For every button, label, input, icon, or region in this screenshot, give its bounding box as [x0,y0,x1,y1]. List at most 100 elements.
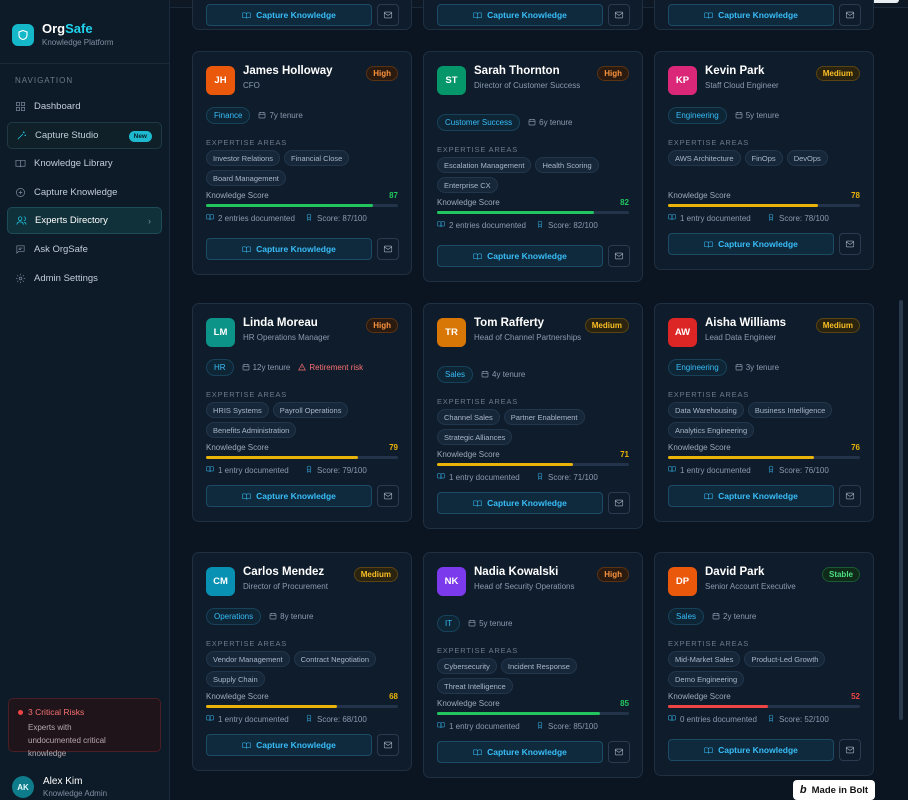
department-badge[interactable]: IT [437,615,461,632]
expertise-tag[interactable]: AWS Architecture [668,150,741,166]
expertise-tag[interactable]: Business Intelligence [747,402,833,418]
expert-card[interactable]: KP Kevin Park Staff Cloud Engineer Medium En… [654,51,874,270]
expertise-tag[interactable]: Demo Engineering [668,671,745,687]
sidebar-item-dashboard[interactable]: Dashboard [7,93,162,120]
email-button[interactable] [839,485,861,507]
capture-knowledge-button[interactable]: Capture Knowledge [668,485,834,507]
expert-name[interactable]: Aisha Williams [705,317,786,329]
email-button[interactable] [377,485,399,507]
user-profile[interactable]: AK Alex Kim Knowledge Admin [12,776,107,798]
sidebar-item-experts-directory[interactable]: Experts Directory › [7,207,162,235]
book-icon [242,741,251,750]
expert-name[interactable]: Tom Rafferty [474,317,544,329]
expertise-tag[interactable]: Contract Negotiation [293,651,377,667]
expertise-tag[interactable]: Analytics Engineering [668,422,755,438]
made-in-bolt-badge[interactable]: b Made in Bolt [793,780,875,800]
expert-card[interactable]: DP David Park Senior Account Executive Stab… [654,552,874,776]
expertise-tag[interactable]: Escalation Management [437,157,532,173]
department-badge[interactable]: HR [206,359,234,376]
expertise-tag[interactable]: DevOps [786,150,828,166]
expert-stats: 1 entry documented Score: 79/100 [206,465,402,475]
capture-knowledge-button[interactable]: Capture Knowledge [206,238,372,260]
expert-card[interactable]: ST Sarah Thornton Director of Customer Suc… [423,51,643,282]
scrollbar[interactable] [899,300,903,720]
capture-knowledge-button[interactable]: Capture Knowledge [206,4,372,26]
expertise-tag[interactable]: HRIS Systems [206,402,269,418]
department-badge[interactable]: Sales [437,366,474,383]
sidebar-item-ask-orgsafe[interactable]: Ask OrgSafe [7,236,162,263]
department-badge[interactable]: Customer Success [437,114,521,131]
critical-risks-alert[interactable]: 3 Critical Risks Experts with undocument… [8,698,161,758]
expert-name[interactable]: Kevin Park [705,65,764,77]
score-text: Score: 82/100 [548,220,598,230]
expert-card[interactable]: TR Tom Rafferty Head of Channel Partnershi… [423,303,643,529]
email-button[interactable] [377,734,399,756]
capture-knowledge-button[interactable]: Capture Knowledge [437,245,603,267]
email-button[interactable] [839,233,861,255]
expertise-tag[interactable]: Benefits Administration [206,422,297,438]
expertise-tag[interactable]: Data Warehousing [668,402,744,418]
expertise-tag[interactable]: Strategic Alliances [437,429,513,445]
expert-card[interactable]: CM Carlos Mendez Director of Procurement Me… [192,552,412,771]
expert-name[interactable]: Linda Moreau [243,317,318,329]
capture-knowledge-button[interactable]: Capture Knowledge [437,492,603,514]
email-button[interactable] [608,4,630,26]
sidebar-item-admin-settings[interactable]: Admin Settings [7,265,162,292]
sidebar-item-knowledge-library[interactable]: Knowledge Library [7,150,162,177]
sidebar-item-capture-knowledge[interactable]: Capture Knowledge [7,179,162,206]
expert-role: Head of Security Operations [474,582,575,591]
capture-knowledge-button[interactable]: Capture Knowledge [206,485,372,507]
email-button[interactable] [608,741,630,763]
capture-knowledge-label: Capture Knowledge [487,498,567,508]
expertise-tag[interactable]: Health Scoring [535,157,599,173]
expertise-tag[interactable]: Threat Intelligence [437,678,513,694]
email-button[interactable] [608,492,630,514]
expert-name[interactable]: Carlos Mendez [243,566,324,578]
expertise-tag[interactable]: Incident Response [500,658,577,674]
expert-card[interactable]: NK Nadia Kowalski Head of Security Operati… [423,552,643,778]
expertise-tag[interactable]: Financial Close [284,150,350,166]
email-button[interactable] [608,245,630,267]
expertise-heading: EXPERTISE AREAS [668,138,750,147]
expert-name[interactable]: James Holloway [243,65,332,77]
expert-name[interactable]: Nadia Kowalski [474,566,558,578]
email-button[interactable] [377,238,399,260]
expert-card[interactable]: AW Aisha Williams Lead Data Engineer Medium… [654,303,874,522]
award-icon [305,213,313,223]
email-button[interactable] [839,4,861,26]
expert-name[interactable]: Sarah Thornton [474,65,560,77]
tenure-text: 2y tenure [723,612,757,621]
expertise-tag[interactable]: Partner Enablement [503,409,585,425]
sidebar-item-capture-studio[interactable]: Capture Studio New [7,121,162,149]
department-badge[interactable]: Operations [206,608,262,625]
expertise-tag[interactable]: FinOps [744,150,783,166]
email-button[interactable] [839,739,861,761]
expertise-tag[interactable]: Vendor Management [206,651,290,667]
department-badge[interactable]: Engineering [668,107,727,124]
capture-knowledge-button[interactable]: Capture Knowledge [668,739,834,761]
capture-knowledge-button[interactable]: Capture Knowledge [206,734,372,756]
expertise-tag[interactable]: Mid-Market Sales [668,651,741,667]
capture-knowledge-button[interactable]: Capture Knowledge [437,4,603,26]
expert-name[interactable]: David Park [705,566,764,578]
expertise-tag[interactable]: Board Management [206,170,286,186]
expertise-tag[interactable]: Cybersecurity [437,658,497,674]
expertise-tag[interactable]: Enterprise CX [437,177,498,193]
capture-knowledge-button[interactable]: Capture Knowledge [437,741,603,763]
expertise-tag[interactable]: Product-Led Growth [744,651,826,667]
expert-card[interactable]: JH James Holloway CFO High Finance 7y tenure E… [192,51,412,275]
priority-badge: Medium [815,66,860,81]
expert-card[interactable]: LM Linda Moreau HR Operations Manager High H… [192,303,412,522]
expertise-tag[interactable]: Supply Chain [206,671,265,687]
email-button[interactable] [377,4,399,26]
capture-knowledge-button[interactable]: Capture Knowledge [668,4,834,26]
capture-knowledge-button[interactable]: Capture Knowledge [668,233,834,255]
department-badge[interactable]: Engineering [668,359,727,376]
expertise-tag[interactable]: Payroll Operations [272,402,349,418]
brand[interactable]: OrgSafe Knowledge Platform [12,22,114,47]
department-badge[interactable]: Sales [668,608,705,625]
book-icon [242,492,251,501]
expertise-tag[interactable]: Channel Sales [437,409,500,425]
expertise-tag[interactable]: Investor Relations [206,150,281,166]
department-badge[interactable]: Finance [206,107,251,124]
